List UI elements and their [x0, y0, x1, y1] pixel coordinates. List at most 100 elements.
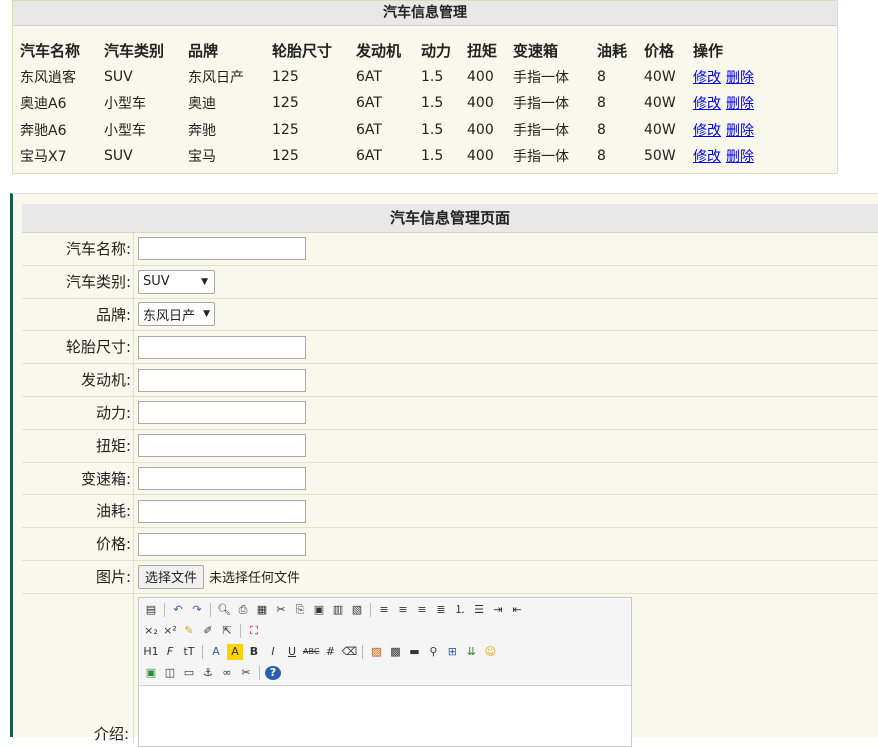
media-icon[interactable]: ▬	[406, 644, 422, 660]
page-break-icon[interactable]: ⇊	[463, 644, 479, 660]
eraser-icon[interactable]: ⌫	[341, 644, 358, 660]
dropdown-arrow-icon: ▼	[203, 309, 210, 320]
heading-dropdown[interactable]: H1	[143, 644, 159, 660]
edit-link[interactable]: 修改	[693, 123, 721, 139]
italic-button[interactable]: I	[265, 644, 281, 660]
table-icon[interactable]: ⊞	[444, 644, 460, 660]
cell-fuel: 8	[597, 68, 606, 85]
form-row-fuel: 油耗:	[22, 495, 878, 529]
font-family-dropdown[interactable]: F	[162, 644, 178, 660]
price-label: 价格:	[22, 528, 134, 560]
cell-torque: 400	[467, 95, 494, 112]
torque-input[interactable]	[138, 434, 306, 458]
map-icon[interactable]: ▣	[143, 665, 159, 681]
subscript-icon[interactable]: ×₂	[143, 623, 159, 639]
delete-link[interactable]: 删除	[726, 96, 754, 112]
quick-format-icon[interactable]: ✐	[200, 623, 216, 639]
highlight-color-button[interactable]: A	[227, 644, 243, 661]
delete-link[interactable]: 删除	[726, 149, 754, 165]
print-icon[interactable]: ⎙	[235, 602, 251, 618]
edit-link[interactable]: 修改	[693, 96, 721, 112]
car-name-input[interactable]	[138, 237, 306, 261]
horizontal-rule-icon[interactable]: #	[322, 644, 338, 660]
page-icon[interactable]: ▭	[181, 665, 197, 681]
redo-icon[interactable]: ↷	[189, 602, 205, 618]
source-code-icon[interactable]: ▤	[143, 602, 159, 618]
unordered-list-icon[interactable]: ☰	[471, 602, 487, 618]
cell-type: SUV	[104, 148, 133, 165]
power-input[interactable]	[138, 401, 306, 425]
engine-input[interactable]	[138, 368, 306, 392]
intro-label: 介绍:	[93, 724, 129, 743]
align-center-icon[interactable]: ≡	[395, 602, 411, 618]
flash-icon[interactable]: ▩	[387, 644, 403, 660]
cell-engine: 6AT	[356, 121, 382, 138]
paste-text-icon[interactable]: ▥	[330, 602, 346, 618]
cell-brand: 奔驰	[188, 122, 216, 139]
brand-select[interactable]: 东风日产 ▼	[138, 302, 215, 327]
paste-icon[interactable]: ▣	[311, 602, 327, 618]
underline-button[interactable]: U	[284, 644, 300, 660]
cell-actions: 修改 删除	[693, 90, 773, 117]
help-icon[interactable]: ?	[265, 666, 281, 681]
form-title: 汽车信息管理页面	[22, 204, 878, 233]
image-insert-icon[interactable]: ▨	[368, 644, 384, 660]
superscript-icon[interactable]: ×²	[162, 623, 178, 639]
outdent-icon[interactable]: ⇤	[509, 602, 525, 618]
fuel-input[interactable]	[138, 499, 306, 523]
unlink-icon[interactable]: ✂	[238, 665, 254, 681]
delete-link[interactable]: 删除	[726, 70, 754, 86]
select-all-icon[interactable]: ⇱	[219, 623, 235, 639]
cell-gearbox: 手指一体	[513, 149, 569, 166]
paste-word-icon[interactable]: ▧	[349, 602, 365, 618]
brand-label: 品牌:	[22, 298, 134, 331]
ordered-list-icon[interactable]: ⒈	[452, 602, 468, 618]
align-right-icon[interactable]: ≡	[414, 602, 430, 618]
cell-tire: 125	[272, 95, 299, 112]
preview-icon[interactable]: 🔍︎	[216, 602, 232, 618]
copy-icon[interactable]: ⎘	[292, 602, 308, 618]
price-input[interactable]	[138, 532, 306, 556]
table-row: 奔驰A6 小型车 奔驰 125 6AT 1.5 400 手指一体 8 40W 修…	[20, 117, 773, 144]
edit-link[interactable]: 修改	[693, 149, 721, 165]
col-header-price: 价格	[644, 41, 675, 60]
cell-brand: 宝马	[188, 149, 216, 166]
form-row-image: 图片: 选择文件 未选择任何文件	[22, 560, 878, 594]
gearbox-input[interactable]	[138, 466, 306, 490]
car-list-panel: 汽车信息管理 汽车名称 汽车类别 品牌 轮胎尺寸 发动机 动力 扭矩 变速箱 油…	[12, 0, 838, 174]
font-color-button[interactable]: A	[208, 644, 224, 660]
justify-icon[interactable]: ≣	[433, 602, 449, 618]
anchor-icon[interactable]: ⚓	[200, 665, 216, 681]
undo-icon[interactable]: ↶	[170, 602, 186, 618]
choose-file-button[interactable]: 选择文件	[138, 564, 205, 589]
emoticon-icon[interactable]: ☺	[482, 644, 498, 660]
bold-button[interactable]: B	[246, 644, 262, 660]
align-left-icon[interactable]: ≡	[376, 602, 392, 618]
template-icon[interactable]: ▦	[254, 602, 270, 618]
col-header-tire: 轮胎尺寸	[272, 41, 333, 60]
cell-price: 50W	[644, 148, 676, 165]
cell-fuel: 8	[597, 148, 606, 165]
car-form-panel: 汽车信息管理页面 汽车名称: 汽车类别: SUV ▼ 品牌: 东风日产 ▼ 轮胎…	[10, 193, 878, 747]
font-size-dropdown[interactable]: tT	[181, 644, 197, 660]
col-header-name: 汽车名称	[20, 41, 81, 60]
strikethrough-button[interactable]: ABC	[303, 644, 319, 660]
delete-link[interactable]: 删除	[726, 123, 754, 139]
cell-engine: 6AT	[356, 148, 382, 165]
cell-tire: 125	[272, 148, 299, 165]
code-icon[interactable]: ◫	[162, 665, 178, 681]
cell-type: 小型车	[104, 122, 146, 139]
fullscreen-icon[interactable]: ⛶	[246, 623, 262, 639]
clear-format-icon[interactable]: ✎	[181, 623, 197, 639]
indent-icon[interactable]: ⇥	[490, 602, 506, 618]
attachment-icon[interactable]: ⚲	[425, 644, 441, 660]
cell-tire: 125	[272, 121, 299, 138]
car-type-select[interactable]: SUV ▼	[138, 269, 215, 294]
tire-size-input[interactable]	[138, 335, 306, 359]
form-row-engine: 发动机:	[22, 364, 878, 397]
cut-icon[interactable]: ✂	[273, 602, 289, 618]
link-icon[interactable]: ∞	[219, 665, 235, 681]
edit-link[interactable]: 修改	[693, 70, 721, 86]
cell-power: 1.5	[421, 121, 444, 138]
form-row-name: 汽车名称:	[22, 233, 878, 266]
